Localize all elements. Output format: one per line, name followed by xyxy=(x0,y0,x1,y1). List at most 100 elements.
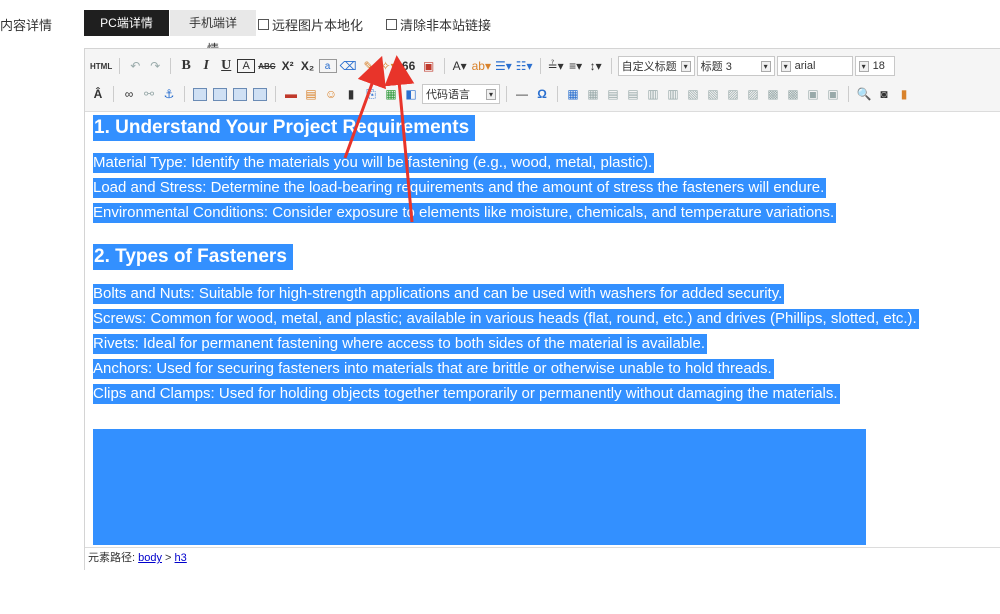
option-clear-external-links[interactable]: 清除非本站链接 xyxy=(386,15,491,34)
attachment-icon[interactable]: ⎘ xyxy=(362,84,380,104)
row-spacing-bottom-icon[interactable]: ≡▾ xyxy=(567,56,585,76)
rich-text-editor: HTML ↶ ↷ B I U A ABC X² X₂ a ⌫ ✎ ✧▾ 66 ▣… xyxy=(84,48,1000,570)
heading-select[interactable]: 标题 3 ▾ xyxy=(696,56,775,76)
heading-1: 1. Understand Your Project Requirements xyxy=(93,115,476,141)
image-right-icon[interactable] xyxy=(231,84,249,104)
toolbar-row-1: HTML ↶ ↷ B I U A ABC X² X₂ a ⌫ ✎ ✧▾ 66 ▣… xyxy=(89,53,895,79)
element-path-separator: > xyxy=(165,552,172,564)
redo-icon[interactable]: ↷ xyxy=(146,56,164,76)
table-props-icon[interactable]: ▣ xyxy=(804,84,822,104)
font-family-select[interactable]: ▾ arial xyxy=(776,56,853,76)
toolbar-separator xyxy=(113,86,114,102)
paragraph-line: Screws: Common for wood, metal, and plas… xyxy=(93,309,919,329)
remote-image-checkbox[interactable] xyxy=(258,19,269,30)
video-icon[interactable]: ▮ xyxy=(342,84,360,104)
font-size-select[interactable]: ▾ 18 xyxy=(854,56,895,76)
font-size-value: 18 xyxy=(872,60,885,72)
custom-heading-value: 自定义标题 xyxy=(621,61,677,73)
insert-row-icon[interactable]: ▤ xyxy=(604,84,622,104)
emotion-icon[interactable]: ☺ xyxy=(322,84,340,104)
clear-links-checkbox[interactable] xyxy=(386,19,397,30)
eraser-icon[interactable]: ⌫ xyxy=(339,56,358,76)
code-language-value: 代码语言 xyxy=(426,89,470,101)
ordered-list-icon[interactable]: ☰▾ xyxy=(494,56,513,76)
draft-icon[interactable]: ▮ xyxy=(895,84,913,104)
unordered-list-icon[interactable]: ☷▾ xyxy=(515,56,534,76)
heading-2: 2. Types of Fasteners xyxy=(93,244,293,270)
preview-icon[interactable]: 🔍 xyxy=(855,84,873,104)
bold-button[interactable]: B xyxy=(177,56,195,76)
content-detail-label: 内容详情 xyxy=(0,18,53,33)
multi-image-icon[interactable]: ▤ xyxy=(302,84,320,104)
map-icon[interactable]: ▦ xyxy=(382,84,400,104)
merge-down-icon[interactable]: ▨ xyxy=(724,84,742,104)
code-language-select[interactable]: 代码语言 ▾ xyxy=(422,84,500,104)
template-icon[interactable]: ◧ xyxy=(402,84,420,104)
unlink-icon[interactable]: ⚯ xyxy=(140,84,158,104)
tab-pc-detail[interactable]: PC端详情 xyxy=(84,10,169,36)
editor-toolbar: HTML ↶ ↷ B I U A ABC X² X₂ a ⌫ ✎ ✧▾ 66 ▣… xyxy=(85,49,1000,112)
selected-empty-block xyxy=(93,429,866,545)
special-chars-button[interactable]: Ω xyxy=(533,84,551,104)
paragraph-line: Anchors: Used for securing fasteners int… xyxy=(93,359,774,379)
undo-icon[interactable]: ↶ xyxy=(126,56,144,76)
font-border-button[interactable]: A xyxy=(237,59,256,73)
strikethrough-icon: ABC xyxy=(258,61,276,71)
split-rows-icon[interactable]: ▩ xyxy=(764,84,782,104)
paragraph-line: Bolts and Nuts: Suitable for high-streng… xyxy=(93,284,785,304)
subscript-button[interactable]: X₂ xyxy=(299,56,317,76)
format-brush-icon[interactable]: ✎ xyxy=(360,56,378,76)
anchor-icon[interactable]: ⚓ xyxy=(160,84,178,104)
horizontal-rule-button[interactable]: — xyxy=(513,84,531,104)
element-path-body-link[interactable]: body xyxy=(138,552,162,564)
option-remote-image-localize[interactable]: 远程图片本地化 xyxy=(258,15,363,34)
image-left-icon[interactable] xyxy=(211,84,229,104)
toolbar-separator xyxy=(610,58,612,74)
custom-heading-select[interactable]: 自定义标题 ▾ xyxy=(617,56,695,76)
toolbar-separator xyxy=(557,86,558,102)
toolbar-separator xyxy=(848,86,849,102)
html-source-button[interactable]: HTML xyxy=(89,56,113,76)
autotypeset-icon[interactable]: a xyxy=(318,59,337,73)
merge-cells-icon[interactable]: ▧ xyxy=(684,84,702,104)
line-height-icon[interactable]: ↕▾ xyxy=(587,56,605,76)
tab-mobile-detail[interactable]: 手机端详情 xyxy=(170,10,256,56)
split-cells-icon[interactable]: ▨ xyxy=(744,84,762,104)
font-color-icon[interactable]: A▾ xyxy=(451,56,469,76)
underline-button[interactable]: U xyxy=(217,56,235,76)
image-none-icon[interactable] xyxy=(191,84,209,104)
delete-row-icon[interactable]: ▤ xyxy=(624,84,642,104)
italic-button[interactable]: I xyxy=(197,56,215,76)
link-icon[interactable]: ∞ xyxy=(120,84,138,104)
paragraph-line: Load and Stress: Determine the load-bear… xyxy=(93,178,827,198)
paragraph-line: Clips and Clamps: Used for holding objec… xyxy=(93,384,840,404)
toolbar-row-2: Â ∞ ⚯ ⚓ ▬ ▤ ☺ ▮ ⎘ ▦ ◧ 代码语言 ▾ — Ω ▦ ▦ ▤ ▤… xyxy=(89,81,913,107)
chevron-down-icon: ▾ xyxy=(485,88,496,100)
superscript-button[interactable]: X² xyxy=(279,56,297,76)
split-cols-icon[interactable]: ▩ xyxy=(784,84,802,104)
insert-table-icon[interactable]: ▦ xyxy=(564,84,582,104)
toolbar-separator xyxy=(443,58,445,74)
blockquote-button[interactable]: 66 xyxy=(400,56,418,76)
insert-image-icon[interactable]: ▬ xyxy=(282,84,300,104)
chevron-down-icon: ▾ xyxy=(780,60,791,72)
cell-props-icon[interactable]: ▣ xyxy=(824,84,842,104)
chevron-down-icon: ▾ xyxy=(858,60,869,72)
row-spacing-top-icon[interactable]: ≟▾ xyxy=(547,56,565,76)
magic-icon[interactable]: ✧▾ xyxy=(380,56,398,76)
toolbar-separator xyxy=(275,86,276,102)
toolbar-separator xyxy=(184,86,185,102)
heading-value: 标题 3 xyxy=(700,61,732,73)
delete-table-icon[interactable]: ▦ xyxy=(584,84,602,104)
paste-plain-icon[interactable]: ▣ xyxy=(420,56,438,76)
merge-right-icon[interactable]: ▧ xyxy=(704,84,722,104)
toolbar-separator xyxy=(170,58,172,74)
highlight-color-icon[interactable]: ab▾ xyxy=(471,56,492,76)
element-path-h3-link[interactable]: h3 xyxy=(175,552,187,564)
image-center-icon[interactable] xyxy=(251,84,269,104)
delete-col-icon[interactable]: ▥ xyxy=(664,84,682,104)
text-direction-icon[interactable]: Â xyxy=(89,84,107,104)
editor-content[interactable]: 1. Understand Your Project Requirements … xyxy=(93,115,1000,545)
search-replace-icon[interactable]: ◙ xyxy=(875,84,893,104)
insert-col-icon[interactable]: ▥ xyxy=(644,84,662,104)
